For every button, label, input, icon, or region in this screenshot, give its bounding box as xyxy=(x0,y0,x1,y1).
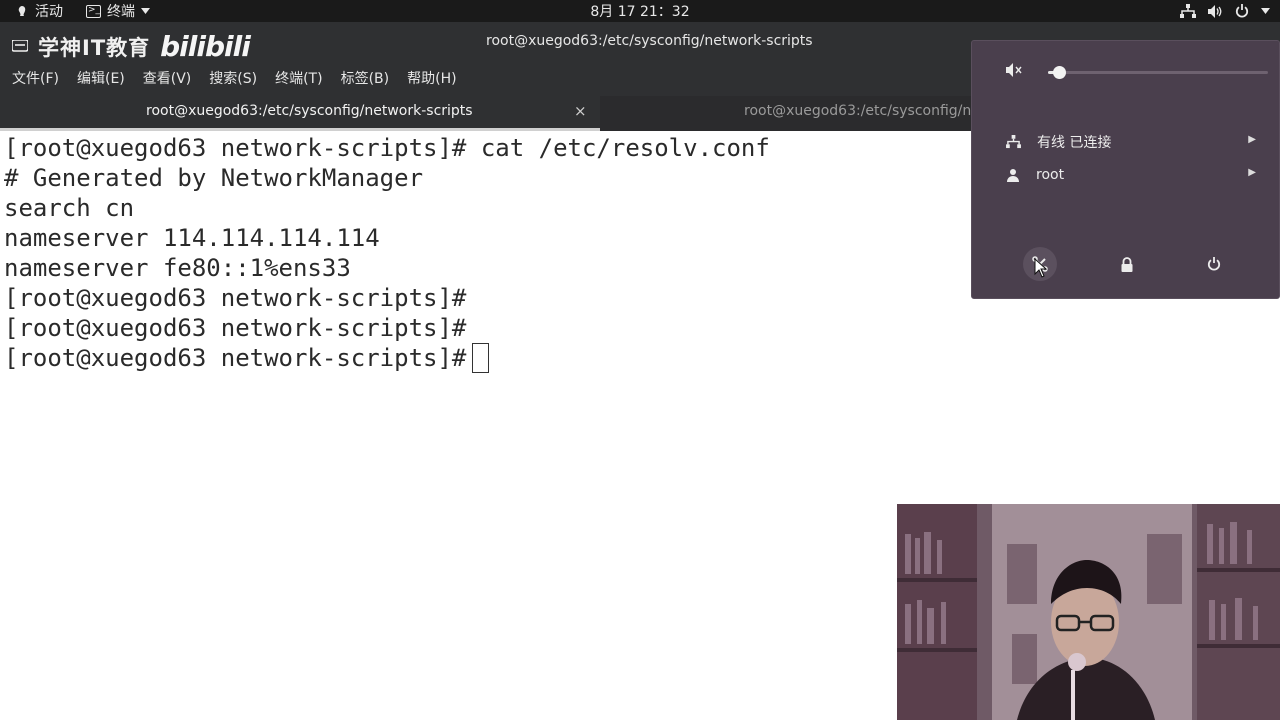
gnome-top-bar: 活动 >_ 终端 8月 17 21：32 xyxy=(0,0,1280,22)
menu-edit[interactable]: 编辑(E) xyxy=(77,68,125,88)
terminal-line: [root@xuegod63 network-scripts]# xyxy=(4,284,467,312)
menu-tabs[interactable]: 标签(B) xyxy=(341,68,390,88)
tab-active[interactable]: root@xuegod63:/etc/sysconfig/network-scr… xyxy=(0,96,600,131)
terminal-line: [root@xuegod63 network-scripts]# xyxy=(4,344,467,372)
terminal-line: nameserver 114.114.114.114 xyxy=(4,224,380,252)
volume-icon xyxy=(1208,4,1222,18)
system-menu: 有线 已连接 ▶ root ▶ xyxy=(971,40,1280,299)
network-wired-icon xyxy=(1006,135,1021,149)
chevron-right-icon: ▶ xyxy=(1248,134,1256,145)
network-wired-item[interactable]: 有线 已连接 ▶ xyxy=(1006,131,1256,153)
bilibili-logo: bilibili xyxy=(160,30,251,63)
menu-view[interactable]: 查看(V) xyxy=(143,68,192,88)
presenter-video-image xyxy=(897,504,1280,720)
menu-help[interactable]: 帮助(H) xyxy=(407,68,456,88)
terminal-line: # Generated by NetworkManager xyxy=(4,164,424,192)
logo-icon xyxy=(12,39,28,52)
volume-muted-icon xyxy=(1006,63,1022,77)
clock[interactable]: 8月 17 21：32 xyxy=(590,1,689,21)
lock-button[interactable] xyxy=(1110,247,1144,281)
user-label: root xyxy=(1036,167,1065,183)
menu-terminal[interactable]: 终端(T) xyxy=(275,68,322,88)
chevron-right-icon: ▶ xyxy=(1248,167,1256,178)
power-off-button[interactable] xyxy=(1197,247,1231,281)
user-item[interactable]: root ▶ xyxy=(1006,164,1256,186)
app-menu-label: 终端 xyxy=(107,4,135,20)
app-menu-button[interactable]: >_ 终端 xyxy=(86,1,150,21)
menu-search[interactable]: 搜索(S) xyxy=(209,68,257,88)
watermark-logo: 学神IT教育 bilibili xyxy=(12,30,251,63)
activities-button[interactable]: 活动 xyxy=(16,1,63,21)
brand-text: 学神IT教育 xyxy=(38,35,151,60)
window-title: root@xuegod63:/etc/sysconfig/network-scr… xyxy=(486,33,813,49)
power-icon xyxy=(1207,257,1221,271)
webcam-overlay xyxy=(897,504,1280,720)
terminal-line: [root@xuegod63 network-scripts]# xyxy=(4,314,467,342)
volume-control[interactable] xyxy=(1006,63,1268,79)
network-status-label: 有线 已连接 xyxy=(1037,135,1112,151)
user-icon xyxy=(1007,169,1019,182)
terminal-line: nameserver fe80::1%ens33 xyxy=(4,254,351,282)
power-icon xyxy=(1235,4,1249,18)
volume-slider[interactable] xyxy=(1048,66,1268,79)
text-cursor xyxy=(472,343,490,373)
tab-label: root@xuegod63:/etc/sysconfig/network-scr… xyxy=(146,103,473,119)
chevron-down-icon xyxy=(1261,8,1270,14)
menu-file[interactable]: 文件(F) xyxy=(12,68,59,88)
lock-icon xyxy=(1121,256,1133,272)
network-wired-icon xyxy=(1180,3,1196,18)
status-area[interactable] xyxy=(1180,1,1270,21)
terminal-line: search cn xyxy=(4,194,135,222)
terminal-icon: >_ xyxy=(86,4,101,18)
menu-bar: 文件(F) 编辑(E) 查看(V) 搜索(S) 终端(T) 标签(B) 帮助(H… xyxy=(12,68,457,88)
chevron-down-icon xyxy=(141,8,150,14)
volume-slider-handle[interactable] xyxy=(1053,66,1066,79)
close-icon[interactable]: × xyxy=(574,102,587,120)
terminal-line: [root@xuegod63 network-scripts]# cat /et… xyxy=(4,134,770,162)
mouse-pointer-icon xyxy=(1034,258,1048,278)
activities-label: 活动 xyxy=(35,4,63,20)
gnome-foot-icon xyxy=(18,5,26,16)
